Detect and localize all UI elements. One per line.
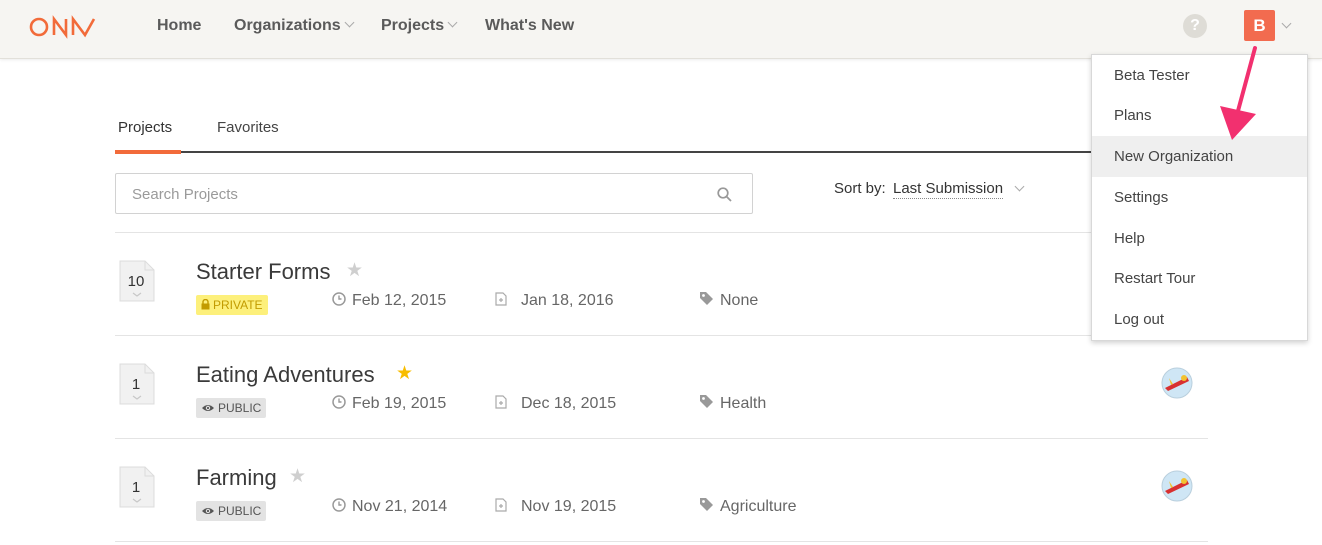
nav-projects-label: Projects <box>381 17 445 34</box>
project-tag: Agriculture <box>699 498 796 516</box>
tag-text: Agriculture <box>720 498 797 515</box>
last-submission-date: Dec 18, 2015 <box>495 395 616 413</box>
visibility-label: PUBLIC <box>218 401 262 415</box>
submission-count-badge: 10 <box>119 260 155 302</box>
shared-user-avatar[interactable] <box>1160 366 1194 400</box>
active-tab-indicator <box>115 150 181 154</box>
submission-icon <box>495 498 507 512</box>
visibility-badge: PRIVATE <box>196 295 268 315</box>
visibility-label: PRIVATE <box>213 298 263 312</box>
nav-organizations-menu[interactable]: Organizations <box>234 17 355 35</box>
project-tabs: Projects Favorites <box>115 108 1208 154</box>
nav-home-link[interactable]: Home <box>157 17 201 35</box>
last-submission-text: Jan 18, 2016 <box>521 292 614 309</box>
nav-whats-new-label: What's New <box>485 17 575 34</box>
chevron-down-icon <box>447 17 458 28</box>
project-row[interactable]: 1 Farming ★ PUBLIC Nov 21, 2014 Nov 19, … <box>115 439 1208 542</box>
annotation-arrow-icon <box>1220 46 1257 140</box>
tag-text: None <box>720 292 759 309</box>
tab-favorites-label: Favorites <box>217 119 279 136</box>
tag-icon <box>700 498 713 512</box>
visibility-badge: PUBLIC <box>196 501 267 521</box>
tab-projects-label: Projects <box>118 119 173 136</box>
project-title-link[interactable]: Starter Forms <box>196 259 330 285</box>
chevron-down-icon[interactable] <box>1281 18 1292 29</box>
top-navbar: Home Organizations Projects What's New ?… <box>0 0 1322 59</box>
sort-label: Sort by: <box>834 180 886 197</box>
project-title-link[interactable]: Farming <box>196 465 277 491</box>
nav-projects-menu[interactable]: Projects <box>381 17 458 35</box>
clock-icon <box>332 498 346 512</box>
sort-select[interactable]: Last Submission <box>893 180 1004 199</box>
project-title-link[interactable]: Eating Adventures <box>196 362 375 388</box>
eye-icon <box>202 507 214 514</box>
eye-icon <box>202 404 214 411</box>
chevron-down-icon[interactable] <box>1014 181 1025 192</box>
clock-icon <box>332 292 346 306</box>
visibility-label: PUBLIC <box>218 504 262 518</box>
tab-favorites[interactable]: Favorites <box>217 119 279 136</box>
search-icon[interactable] <box>717 187 732 202</box>
submission-icon <box>495 292 507 306</box>
tab-projects[interactable]: Projects <box>118 119 172 136</box>
avatar-initial: B <box>1253 16 1266 35</box>
search-input[interactable] <box>132 183 692 205</box>
created-date-text: Feb 19, 2015 <box>352 395 447 412</box>
created-date-text: Nov 21, 2014 <box>352 498 448 515</box>
menu-item-help[interactable]: Help <box>1092 218 1307 259</box>
last-submission-date: Nov 19, 2015 <box>495 498 616 516</box>
project-row[interactable]: 10 Starter Forms ★ PRIVATE Feb 12, 2015 … <box>115 233 1208 336</box>
last-submission-date: Jan 18, 2016 <box>495 292 614 310</box>
menu-item-settings[interactable]: Settings <box>1092 177 1307 218</box>
ona-logo[interactable] <box>28 14 98 40</box>
lock-icon <box>201 299 210 310</box>
menu-item-restart-tour[interactable]: Restart Tour <box>1092 258 1307 299</box>
project-row[interactable]: 1 Eating Adventures ★ PUBLIC Feb 19, 201… <box>115 336 1208 439</box>
submission-count-badge: 1 <box>119 466 155 508</box>
submission-count-badge: 1 <box>119 363 155 405</box>
nav-organizations-label: Organizations <box>234 17 341 34</box>
tag-text: Health <box>720 395 767 412</box>
project-tag: None <box>699 292 758 310</box>
star-icon[interactable]: ★ <box>396 362 413 385</box>
submission-count: 1 <box>131 376 141 393</box>
created-date: Feb 12, 2015 <box>332 292 446 310</box>
submission-count: 1 <box>131 479 141 496</box>
created-date: Nov 21, 2014 <box>332 498 447 516</box>
search-box <box>115 173 753 214</box>
created-date-text: Feb 12, 2015 <box>352 292 447 309</box>
created-date: Feb 19, 2015 <box>332 395 446 413</box>
tag-icon <box>700 292 713 306</box>
user-dropdown-menu: Beta Tester Plans New Organization Setti… <box>1091 54 1308 341</box>
shared-user-avatar[interactable] <box>1160 469 1194 503</box>
chevron-down-icon <box>344 17 355 28</box>
visibility-badge: PUBLIC <box>196 398 267 418</box>
nav-whats-new-link[interactable]: What's New <box>485 17 574 35</box>
last-submission-text: Dec 18, 2015 <box>521 395 617 412</box>
submission-icon <box>495 395 507 409</box>
star-icon[interactable]: ★ <box>289 465 306 488</box>
nav-home-label: Home <box>157 17 202 34</box>
star-icon[interactable]: ★ <box>346 259 363 282</box>
clock-icon <box>332 395 346 409</box>
question-circle-icon[interactable]: ? <box>1183 14 1207 38</box>
project-tag: Health <box>699 395 766 413</box>
user-avatar-button[interactable]: B <box>1244 10 1275 41</box>
tag-icon <box>700 395 713 409</box>
menu-item-log-out[interactable]: Log out <box>1092 299 1307 340</box>
last-submission-text: Nov 19, 2015 <box>521 498 617 515</box>
submission-count: 10 <box>127 273 145 290</box>
